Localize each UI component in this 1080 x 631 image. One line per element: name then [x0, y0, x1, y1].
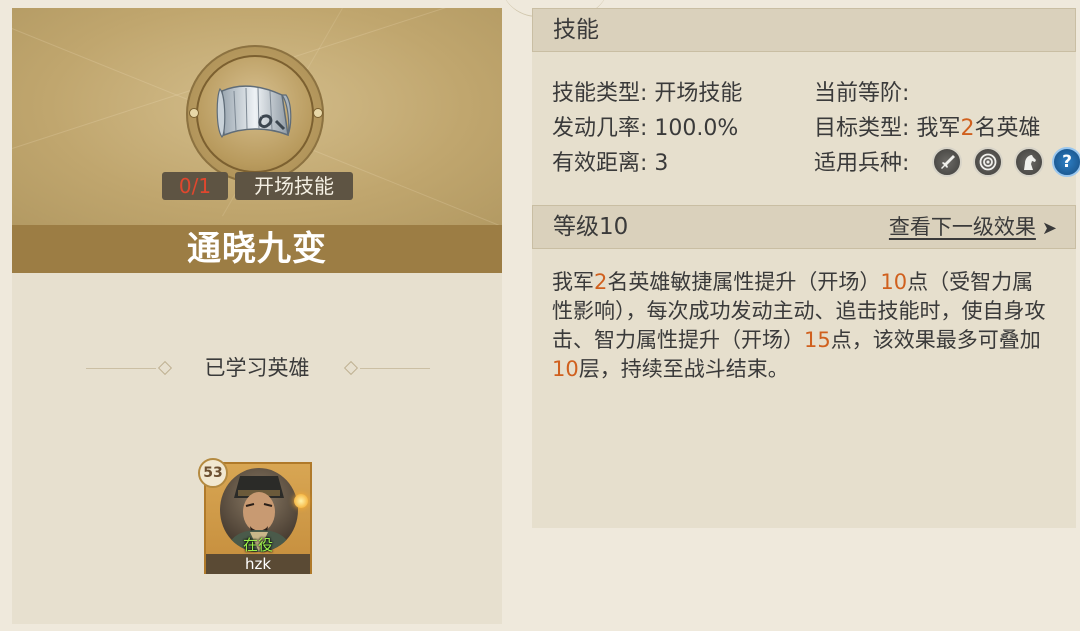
- sun-icon: [294, 494, 308, 508]
- skill-type-row: 技能类型: 开场技能: [552, 77, 742, 111]
- horse-icon[interactable]: [1014, 147, 1044, 177]
- trigger-rate-row: 发动几率: 100.0%: [552, 112, 738, 146]
- desc-highlight: 2: [594, 270, 608, 294]
- desc-text: 名英雄敏捷属性提升（开场）: [607, 270, 881, 294]
- skill-description: 我军2名英雄敏捷属性提升（开场）10点（受智力属性影响），每次成功发动主动、追击…: [552, 268, 1052, 384]
- skill-section-header: 技能: [532, 8, 1076, 52]
- hero-name: hzk: [206, 554, 310, 574]
- diamond-ornament-left: [157, 360, 173, 376]
- hero-status: 在役: [242, 536, 273, 554]
- skill-header-area: 0/1 开场技能: [12, 8, 502, 225]
- skill-type-badge: 开场技能: [235, 172, 353, 200]
- skill-emblem: [186, 45, 324, 183]
- grade-row: 当前等阶:: [814, 77, 909, 111]
- next-level-link-label: 查看下一级效果: [888, 215, 1036, 239]
- diamond-ornament-right: [343, 360, 359, 376]
- sword-icon[interactable]: [932, 147, 962, 177]
- divider-right: [360, 368, 430, 369]
- range-label: 有效距离:: [552, 151, 648, 176]
- troop-type-label: 适用兵种:: [814, 151, 910, 176]
- desc-text: 点，该效果最多可叠加: [830, 328, 1041, 352]
- trigger-rate-label: 发动几率:: [552, 116, 648, 141]
- desc-text: 我军: [552, 270, 594, 294]
- skill-name: 通晓九变: [12, 225, 502, 273]
- target-count: 2: [960, 116, 975, 141]
- target-type-label: 目标类型:: [814, 116, 910, 141]
- range-value: 3: [654, 151, 669, 176]
- target-suffix: 名英雄: [974, 116, 1041, 141]
- learned-heroes-header: 已学习英雄: [12, 351, 502, 385]
- troop-type-row: 适用兵种:: [814, 147, 909, 181]
- question-icon[interactable]: ?: [1052, 147, 1080, 177]
- desc-highlight: 10: [880, 270, 908, 294]
- next-level-link[interactable]: 查看下一级效果 ➤: [889, 206, 1057, 250]
- trigger-rate-value: 100.0%: [654, 116, 739, 141]
- range-row: 有效距离: 3: [552, 147, 668, 181]
- skill-detail-panel: 0/1 开场技能 通晓九变 已学习英雄 53 在役 hzk: [12, 8, 502, 624]
- skill-info-panel: 技能 技能类型: 开场技能 发动几率: 100.0% 有效距离: 3 当前等阶:…: [532, 8, 1080, 528]
- divider-left: [86, 368, 156, 369]
- target-type-row: 目标类型: 我军2名英雄: [814, 112, 1040, 146]
- skill-count-badge: 0/1: [162, 172, 228, 200]
- hero-card[interactable]: 53 在役 hzk: [198, 458, 312, 574]
- scroll-icon: [216, 85, 292, 138]
- desc-highlight: 15: [804, 328, 831, 352]
- skill-section-title: 技能: [553, 17, 599, 43]
- level-section-header: 等级10 查看下一级效果 ➤: [532, 205, 1076, 249]
- skill-type-label: 技能类型:: [552, 81, 648, 106]
- skill-type-value: 开场技能: [654, 81, 743, 106]
- hero-level-badge: 53: [198, 458, 228, 488]
- grade-label: 当前等阶:: [814, 81, 910, 106]
- level-title: 等级10: [553, 214, 629, 240]
- arrow-right-icon: ➤: [1041, 218, 1057, 239]
- target-prefix: 我军: [916, 116, 961, 141]
- desc-highlight: 10: [552, 357, 579, 381]
- target-icon[interactable]: [973, 147, 1003, 177]
- learned-heroes-title: 已学习英雄: [204, 356, 310, 380]
- desc-text: 层，持续至战斗结束。: [578, 357, 789, 381]
